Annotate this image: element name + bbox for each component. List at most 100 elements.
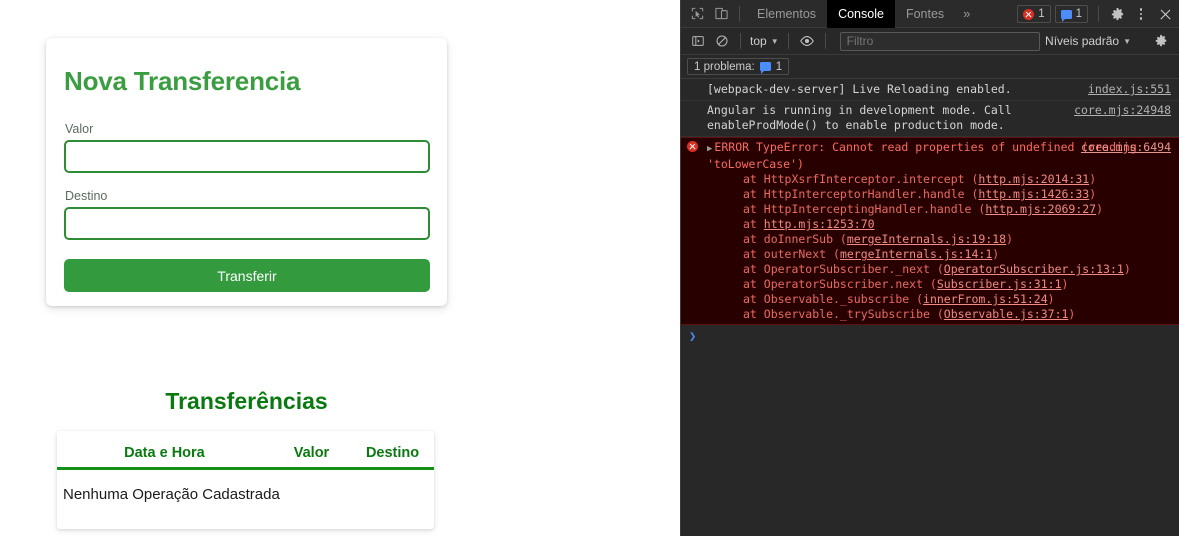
stack-frame-link[interactable]: mergeInternals.js:14:1 xyxy=(840,247,992,261)
console-log-row[interactable]: [webpack-dev-server] Live Reloading enab… xyxy=(681,80,1179,101)
stack-frame[interactable]: at OperatorSubscriber._next (OperatorSub… xyxy=(707,262,1175,277)
stack-frame-fn: at xyxy=(743,217,764,231)
stack-frame[interactable]: at OperatorSubscriber.next (Subscriber.j… xyxy=(707,277,1175,292)
error-source-link[interactable]: core.mjs:6494 xyxy=(1081,140,1171,155)
device-toolbar-icon[interactable] xyxy=(709,2,733,26)
stack-frame-close: ) xyxy=(1061,277,1069,291)
more-tabs-icon[interactable]: » xyxy=(955,0,978,28)
column-header-valor[interactable]: Valor xyxy=(271,431,352,470)
form-title: Nova Transferencia xyxy=(64,66,301,96)
stack-frame[interactable]: at HttpInterceptingHandler.handle (http.… xyxy=(707,202,1175,217)
console-error-row[interactable]: ▶ ERROR TypeError: Cannot read properties… xyxy=(681,137,1179,325)
stack-frame[interactable]: at Observable._subscribe (innerFrom.js:5… xyxy=(707,292,1175,307)
console-prompt-input[interactable] xyxy=(702,329,1175,345)
empty-state-message: Nenhuma Operação Cadastrada xyxy=(63,486,280,503)
toolbar-divider xyxy=(739,5,740,22)
kebab-menu-icon[interactable] xyxy=(1129,2,1153,26)
console-settings-gear-icon[interactable] xyxy=(1149,29,1173,53)
console-log-row[interactable]: Angular is running in development mode. … xyxy=(681,101,1179,137)
console-toolbar-divider xyxy=(740,33,741,49)
stack-frame-close: ) xyxy=(1089,172,1097,186)
stack-frame-close: ) xyxy=(1006,232,1014,246)
devtools-panel: Elementos Console Fontes » 1 1 top ▼ Fil… xyxy=(680,0,1179,536)
stack-frame-link[interactable]: http.mjs:2014:31 xyxy=(978,172,1089,186)
stack-frame-link[interactable]: OperatorSubscriber.js:13:1 xyxy=(944,262,1124,276)
tab-elementos[interactable]: Elementos xyxy=(746,0,827,28)
log-levels-dropdown[interactable]: Níveis padrão ▼ xyxy=(1045,34,1131,48)
error-count-label: 1 xyxy=(1038,8,1045,20)
log-source-link[interactable]: core.mjs:24948 xyxy=(1074,103,1171,118)
message-count-badge[interactable]: 1 xyxy=(1054,5,1088,23)
prompt-chevron-icon: ❯ xyxy=(689,329,697,343)
stack-frame-fn: at OperatorSubscriber.next ( xyxy=(743,277,937,291)
stack-frame-link[interactable]: http.mjs:2069:27 xyxy=(985,202,1096,216)
console-toolbar-divider-2 xyxy=(787,33,789,49)
transfers-table: Data e Hora Valor Destino Nenhuma Operaç… xyxy=(57,431,434,509)
log-levels-label: Níveis padrão xyxy=(1045,34,1120,48)
stack-frame-close: ) xyxy=(1123,262,1131,276)
stack-frame-link[interactable]: http.mjs:1253:70 xyxy=(764,217,875,231)
column-header-destino[interactable]: Destino xyxy=(351,431,434,470)
table-header-row: Data e Hora Valor Destino xyxy=(57,431,434,470)
transfers-list-card: Data e Hora Valor Destino Nenhuma Operaç… xyxy=(57,431,434,529)
stack-frame-close: ) xyxy=(1068,307,1076,321)
new-transfer-card: Nova Transferencia Valor Destino Transfe… xyxy=(46,38,447,306)
column-header-data-e-hora[interactable]: Data e Hora xyxy=(57,431,272,470)
log-message: [webpack-dev-server] Live Reloading enab… xyxy=(707,82,1012,96)
inspect-cursor-icon[interactable] xyxy=(685,2,709,26)
stack-frame[interactable]: at outerNext (mergeInternals.js:14:1) xyxy=(707,247,1175,262)
stack-frame-link[interactable]: Observable.js:37:1 xyxy=(944,307,1069,321)
stack-frame-fn: at Observable._subscribe ( xyxy=(743,292,924,306)
expand-error-icon[interactable]: ▶ xyxy=(707,144,712,154)
error-icon xyxy=(687,141,698,152)
stack-frame-close: ) xyxy=(1047,292,1055,306)
toolbar-divider-2 xyxy=(1098,6,1099,22)
console-toolbar: top ▼ Níveis padrão ▼ xyxy=(681,28,1179,55)
transfers-section-title: Transferências xyxy=(165,388,328,414)
stack-frame-link[interactable]: Subscriber.js:31:1 xyxy=(937,277,1062,291)
error-message: TypeError: Cannot read properties of und… xyxy=(707,140,1137,171)
stack-frame-link[interactable]: http.mjs:1426:33 xyxy=(978,187,1089,201)
execution-context-dropdown[interactable]: top ▼ xyxy=(747,34,782,48)
valor-label: Valor xyxy=(65,122,94,136)
stack-frame-link[interactable]: mergeInternals.js:19:18 xyxy=(847,232,1006,246)
stack-frame[interactable]: at HttpInterceptorHandler.handle (http.m… xyxy=(707,187,1175,202)
error-count-badge[interactable]: 1 xyxy=(1017,5,1051,23)
gear-icon[interactable] xyxy=(1105,2,1129,26)
destino-input[interactable] xyxy=(64,207,430,240)
log-message: Angular is running in development mode. … xyxy=(707,103,1012,132)
stack-frame[interactable]: at HttpXsrfInterceptor.intercept (http.m… xyxy=(707,172,1175,187)
message-count-label: 1 xyxy=(1075,8,1082,20)
execution-context-label: top xyxy=(750,34,767,48)
stack-frame-fn: at doInnerSub ( xyxy=(743,232,847,246)
stack-frame-fn: at HttpXsrfInterceptor.intercept ( xyxy=(743,172,979,186)
problems-chip[interactable]: 1 problema: 1 xyxy=(687,58,790,75)
console-filter-input[interactable] xyxy=(839,31,1040,51)
chevron-down-icon: ▼ xyxy=(770,36,779,46)
stack-frame[interactable]: at Observable._trySubscribe (Observable.… xyxy=(707,307,1175,322)
error-prefix: ERROR xyxy=(714,140,756,154)
message-bubble-icon xyxy=(1060,9,1072,22)
problems-bar: 1 problema: 1 xyxy=(681,55,1179,79)
stack-frame-link[interactable]: innerFrom.js:51:24 xyxy=(923,292,1048,306)
live-expression-eye-icon[interactable] xyxy=(795,29,819,53)
web-app-viewport: Nova Transferencia Valor Destino Transfe… xyxy=(0,0,680,536)
console-log-area[interactable]: [webpack-dev-server] Live Reloading enab… xyxy=(681,80,1179,536)
stack-frame[interactable]: at http.mjs:1253:70 xyxy=(707,217,1175,232)
clear-console-icon[interactable] xyxy=(710,29,734,53)
transferir-button[interactable]: Transferir xyxy=(64,259,430,292)
stack-frame[interactable]: at doInnerSub (mergeInternals.js:19:18) xyxy=(707,232,1175,247)
destino-label: Destino xyxy=(65,189,108,203)
stack-frame-fn: at HttpInterceptorHandler.handle ( xyxy=(743,187,979,201)
stack-frame-fn: at HttpInterceptingHandler.handle ( xyxy=(743,202,986,216)
console-sidebar-icon[interactable] xyxy=(686,29,710,53)
valor-input[interactable] xyxy=(64,140,430,173)
tab-console[interactable]: Console xyxy=(827,0,895,28)
console-prompt[interactable]: ❯ xyxy=(681,325,1179,349)
log-source-link[interactable]: index.js:551 xyxy=(1088,82,1171,97)
tab-fontes[interactable]: Fontes xyxy=(895,0,955,28)
stack-frame-close: ) xyxy=(1096,202,1104,216)
console-toolbar-divider-3 xyxy=(824,33,826,49)
stack-frame-close: ) xyxy=(1089,187,1097,201)
close-icon[interactable] xyxy=(1153,2,1177,26)
